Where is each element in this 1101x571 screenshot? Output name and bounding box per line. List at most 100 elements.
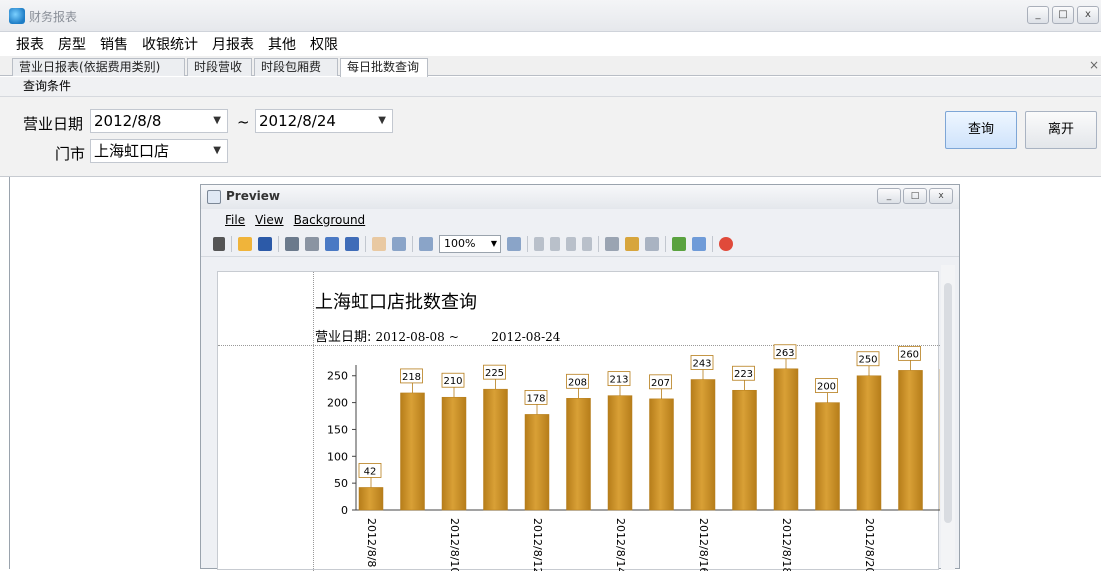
preview-minimize-button[interactable]: _	[877, 188, 901, 204]
chevron-down-icon[interactable]: ▼	[491, 236, 497, 252]
page-setup-icon[interactable]	[325, 236, 339, 251]
multiple-pages-icon[interactable]	[605, 236, 619, 251]
chevron-down-icon[interactable]: ▼	[213, 140, 221, 162]
chart-bar	[856, 375, 882, 511]
magnifier-icon[interactable]	[392, 236, 406, 251]
x-tick-label: 2012/8/8	[365, 518, 378, 567]
toolbar-separator	[712, 235, 713, 252]
scrollbar-thumb[interactable]	[944, 283, 952, 523]
watermark-icon[interactable]	[645, 236, 659, 251]
menu-item-room-types[interactable]: 房型	[58, 34, 86, 54]
x-tick-label: 2012/8/12	[531, 518, 544, 571]
zoom-combo[interactable]: 100% ▼	[439, 234, 501, 253]
data-label: 250	[858, 355, 877, 366]
menu-item-cashier-stats[interactable]: 收银统计	[142, 34, 198, 54]
menu-item-other[interactable]: 其他	[268, 34, 296, 54]
toolbar-separator	[598, 235, 599, 252]
main-menubar: 报表 房型 销售 收银统计 月报表 其他 权限	[0, 32, 1101, 56]
data-label: 178	[526, 393, 545, 404]
menu-item-reports[interactable]: 报表	[16, 34, 44, 54]
data-label: 42	[364, 466, 377, 477]
data-label: 207	[651, 378, 670, 389]
tab-daily-report[interactable]: 营业日报表(依据费用类别)	[12, 58, 185, 76]
query-button[interactable]: 查询	[945, 111, 1017, 149]
find-icon[interactable]	[213, 236, 225, 251]
preview-toolbar: 100% ▼	[201, 231, 959, 257]
window-controls: _ □ x	[1027, 6, 1099, 24]
data-label: 223	[734, 369, 753, 380]
first-page-icon[interactable]	[534, 236, 544, 251]
minimize-button[interactable]: _	[1027, 6, 1049, 24]
data-label: 225	[485, 368, 504, 379]
chevron-down-icon[interactable]: ▼	[213, 110, 221, 132]
chart-bar	[690, 379, 716, 511]
chart-bar	[524, 414, 550, 511]
open-icon[interactable]	[238, 236, 252, 251]
export-icon[interactable]	[672, 236, 686, 251]
email-icon[interactable]	[692, 236, 706, 251]
store-combo[interactable]: 上海虹口店 ▼	[90, 139, 228, 163]
date-from-value: 2012/8/8	[94, 112, 162, 130]
store-value: 上海虹口店	[94, 142, 170, 160]
next-page-icon[interactable]	[566, 236, 576, 251]
data-label: 243	[692, 359, 711, 370]
vertical-scrollbar[interactable]	[941, 265, 955, 570]
chart-bar	[732, 389, 757, 511]
y-tick-label: 100	[327, 450, 348, 463]
batch-count-bar-chart: 0 50 100 150 200 250 42 2012/8/8 218 210 2012/8/10…	[327, 344, 940, 571]
preview-menu-file[interactable]: File	[225, 213, 245, 227]
toolbar-separator	[665, 235, 666, 252]
data-label: 218	[402, 372, 421, 383]
chart-bar	[358, 487, 384, 511]
close-preview-icon[interactable]	[719, 236, 733, 251]
x-tick-label: 2012/8/20	[863, 518, 876, 571]
zoom-out-icon[interactable]	[419, 236, 433, 251]
leave-button[interactable]: 离开	[1025, 111, 1097, 149]
chart-bar	[566, 398, 591, 511]
menu-item-sales[interactable]: 销售	[100, 34, 128, 54]
chart-bar	[773, 368, 799, 511]
quick-print-icon[interactable]	[305, 236, 319, 251]
color-icon[interactable]	[625, 236, 639, 251]
preview-close-button[interactable]: x	[929, 188, 953, 204]
x-tick-label: 2012/8/16	[697, 518, 710, 571]
preview-maximize-button[interactable]: □	[903, 188, 927, 204]
preview-titlebar: Preview _ □ x	[201, 185, 959, 209]
menu-item-permissions[interactable]: 权限	[310, 34, 338, 54]
date-range-tilde: ~	[237, 113, 250, 131]
tabs-close-icon[interactable]: ×	[1089, 58, 1099, 72]
menu-item-monthly-reports[interactable]: 月报表	[212, 34, 254, 54]
x-tick-label: 2012/8/18	[780, 518, 793, 571]
preview-menu-background[interactable]: Background	[294, 213, 366, 227]
close-button[interactable]: x	[1077, 6, 1099, 24]
app-title: 财务报表	[29, 10, 78, 24]
preview-menubar: File View Background	[201, 209, 959, 231]
date-from-combo[interactable]: 2012/8/8 ▼	[90, 109, 228, 133]
chart-bar	[441, 396, 467, 511]
previous-page-icon[interactable]	[550, 236, 560, 251]
report-page: 上海虹口店批数查询 营业日期: 2012-08-08 ~ 2012-08-24 …	[217, 271, 940, 571]
data-label: 208	[568, 377, 587, 388]
preview-menu-view[interactable]: View	[255, 213, 283, 227]
data-label: 210	[443, 376, 462, 387]
maximize-button[interactable]: □	[1052, 6, 1074, 24]
zoom-in-icon[interactable]	[507, 236, 521, 251]
tab-daily-batch-query[interactable]: 每日批数查询	[340, 58, 428, 77]
data-label: 263	[775, 348, 794, 359]
toolbar-separator	[365, 235, 366, 252]
conditions-panel: 营业日期 2012/8/8 ▼ ~ 2012/8/24 ▼ 门市 上海虹口店 ▼…	[0, 97, 1101, 177]
hand-tool-icon[interactable]	[372, 236, 386, 251]
y-tick-label: 150	[327, 423, 348, 436]
date-to-combo[interactable]: 2012/8/24 ▼	[255, 109, 393, 133]
tab-period-room-fees[interactable]: 时段包厢费用	[254, 58, 338, 90]
save-icon[interactable]	[258, 236, 272, 251]
chevron-down-icon[interactable]: ▼	[378, 110, 386, 132]
scale-icon[interactable]	[345, 236, 359, 251]
tab-period-revenue[interactable]: 时段营收	[187, 58, 252, 76]
data-label: 200	[817, 382, 836, 393]
print-icon[interactable]	[285, 236, 299, 251]
chart-bar	[898, 370, 923, 511]
app-titlebar: 财务报表 _ □ x	[0, 0, 1101, 32]
last-page-icon[interactable]	[582, 236, 592, 251]
toolbar-separator	[278, 235, 279, 252]
